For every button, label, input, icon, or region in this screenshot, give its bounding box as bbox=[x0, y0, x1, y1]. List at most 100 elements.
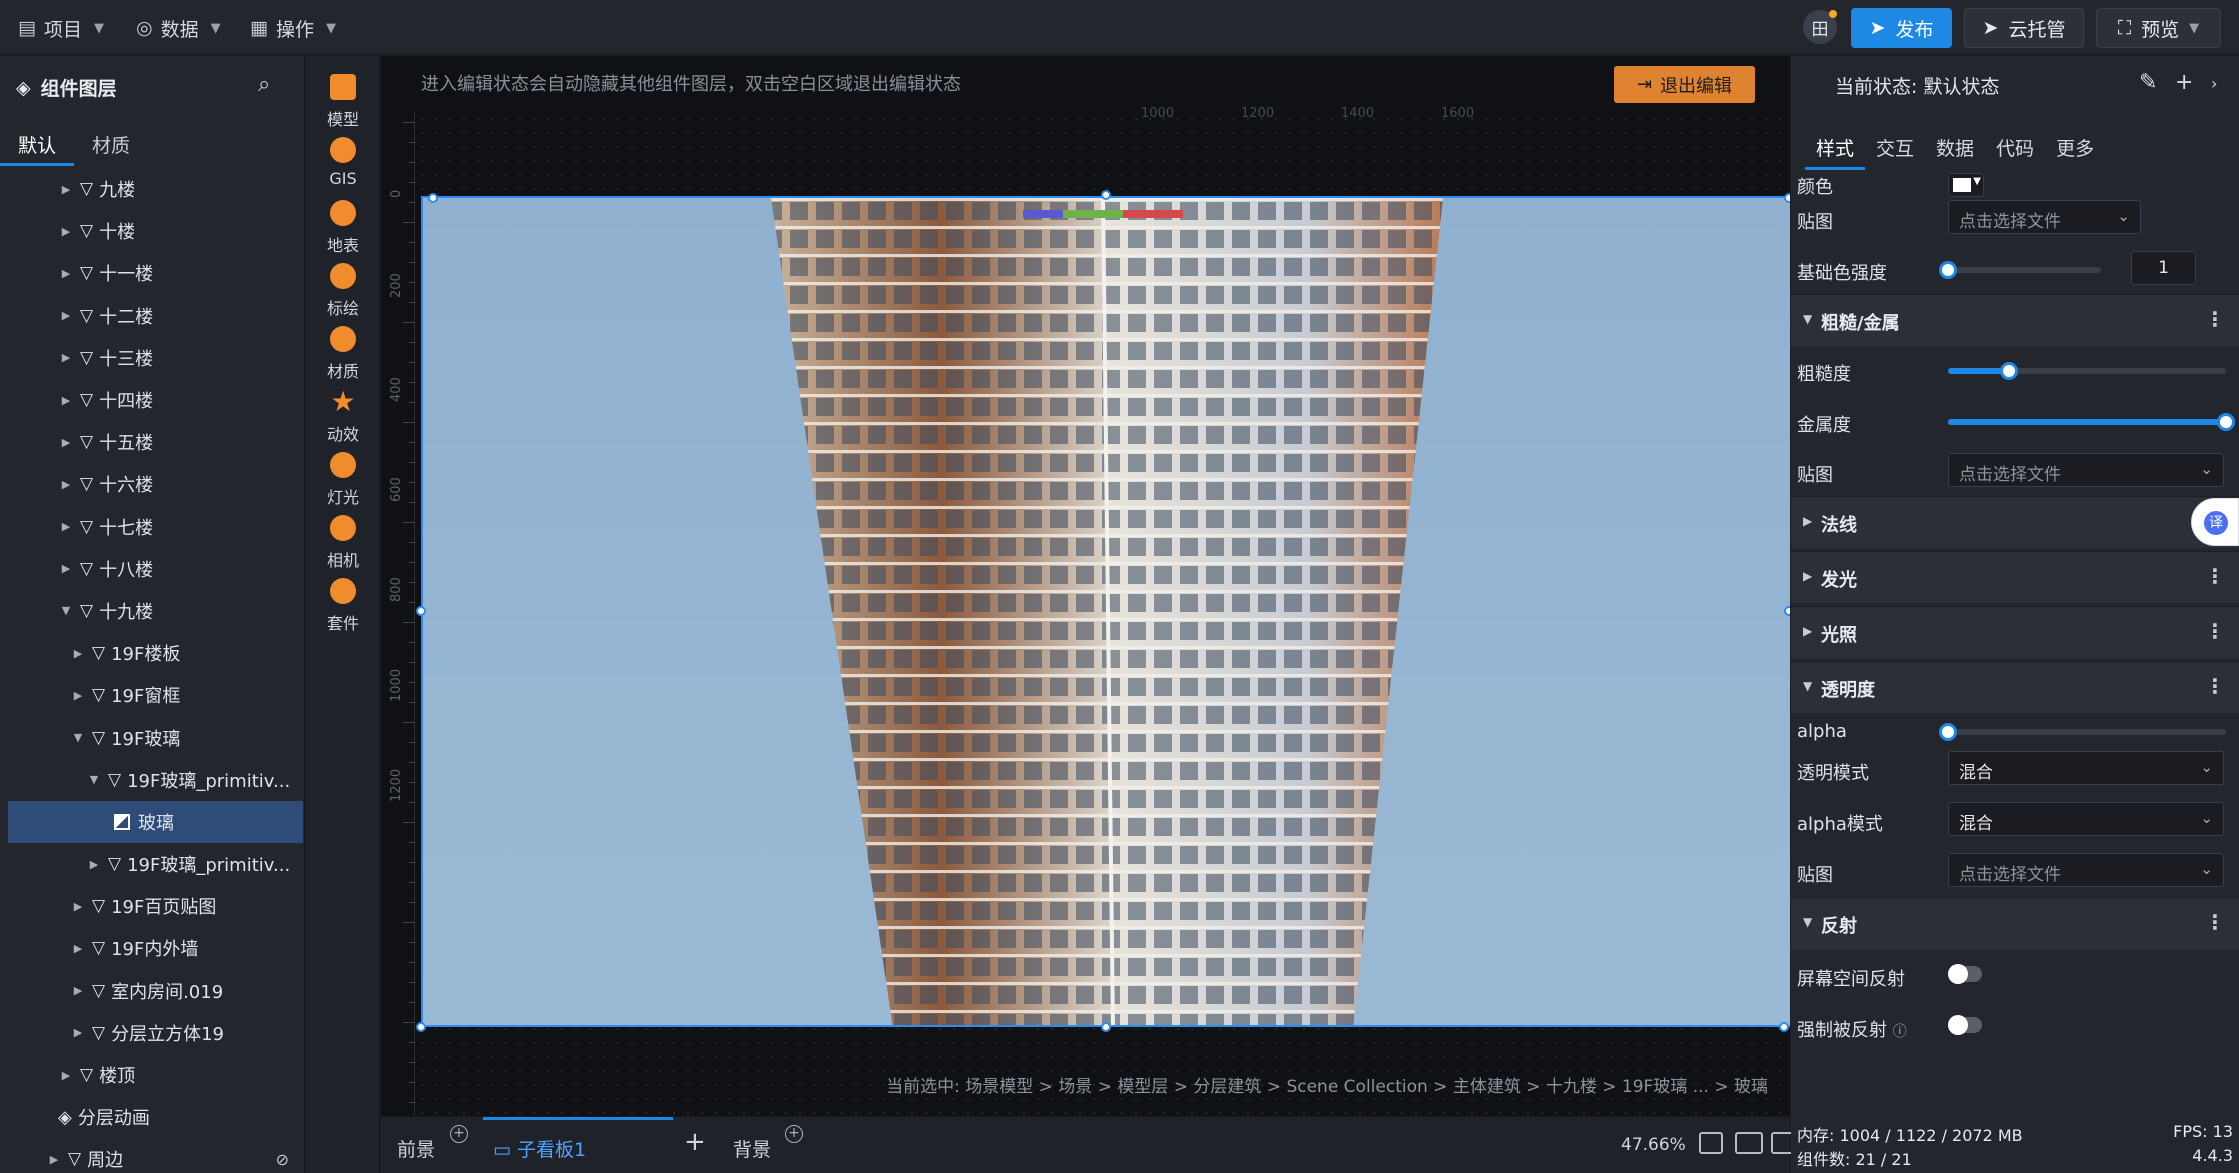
tab-style[interactable]: 样式 bbox=[1805, 128, 1866, 170]
resize-handle[interactable] bbox=[1101, 1022, 1111, 1032]
tool-globe[interactable]: GIS bbox=[306, 137, 380, 188]
preview-button[interactable]: ⛶ 预览 ▼ bbox=[2096, 8, 2221, 48]
tab-background[interactable]: 背景 bbox=[733, 1135, 771, 1162]
caret-down-icon[interactable]: ▼ bbox=[70, 731, 86, 744]
more-icon[interactable]: ⋮ bbox=[2205, 307, 2225, 331]
base-strength-input[interactable]: 1 bbox=[2131, 251, 2196, 285]
alpha-mode-select[interactable]: 混合 ⌄ bbox=[1948, 802, 2224, 836]
tree-row[interactable]: ▶ ▽ 十六楼 bbox=[0, 463, 304, 505]
slider-knob[interactable] bbox=[1939, 261, 1957, 279]
tab-data[interactable]: 数据 bbox=[1925, 128, 1985, 170]
tree-row[interactable]: ▶ ▽ 十三楼 bbox=[0, 337, 304, 379]
fit-screen-icon[interactable] bbox=[1699, 1132, 1723, 1154]
scene-viewport[interactable] bbox=[421, 196, 1790, 1027]
resize-handle[interactable] bbox=[1101, 190, 1111, 200]
map-file-select[interactable]: 点击选择文件 ⌄ bbox=[1948, 200, 2141, 234]
section-lighting[interactable]: ▶ 光照 ⋮ bbox=[1791, 606, 2239, 658]
caret-right-icon[interactable]: ▶ bbox=[70, 984, 86, 997]
force-reflect-toggle[interactable] bbox=[1948, 1015, 1982, 1035]
caret-right-icon[interactable]: ▶ bbox=[58, 562, 74, 575]
resize-handle[interactable] bbox=[1784, 193, 1790, 203]
help-icon[interactable]: ⓘ bbox=[1893, 1024, 1907, 1040]
keyboard-icon[interactable] bbox=[1735, 1132, 1763, 1154]
tool-pin[interactable]: 标绘 bbox=[306, 263, 380, 319]
slider-knob[interactable] bbox=[2217, 413, 2235, 431]
canvas-area[interactable]: 0 200 400 600 800 1000 1200 1000 1200 1400 1600 进… bbox=[381, 56, 1790, 1116]
caret-right-icon[interactable]: ▶ bbox=[70, 900, 86, 913]
tool-model[interactable]: 模型 bbox=[306, 74, 380, 130]
caret-right-icon[interactable]: ▶ bbox=[58, 520, 74, 533]
property-scroll[interactable]: 颜色 ▼ 贴图 点击选择文件 ⌄ 基础色强度 1 ▼ 粗糙/金属 ⋮ 粗糙度 金属… bbox=[1791, 173, 2239, 1116]
tab-sub-board-1[interactable]: ▭ 子看板1 bbox=[493, 1135, 586, 1162]
more-icon[interactable]: ⋮ bbox=[2205, 674, 2225, 698]
caret-down-icon[interactable]: ▼ bbox=[58, 604, 74, 617]
tree-row[interactable]: ▶ ▽ 周边 ⊘ bbox=[0, 1138, 304, 1173]
tree-row[interactable]: ▶ ▽ 19F楼板 bbox=[0, 632, 304, 674]
tool-camera[interactable]: 相机 bbox=[306, 515, 380, 571]
resize-handle[interactable] bbox=[428, 193, 438, 203]
menu-data[interactable]: ◎ 数据 ▼ bbox=[136, 12, 221, 44]
roughness-slider[interactable] bbox=[1948, 362, 2226, 380]
tree-row[interactable]: ▶ ▽ 十八楼 bbox=[0, 548, 304, 590]
tree-row[interactable]: ▶ ▽ 十七楼 bbox=[0, 506, 304, 548]
add-icon[interactable]: + bbox=[2175, 70, 2193, 95]
caret-right-icon[interactable]: ▶ bbox=[70, 1026, 86, 1039]
tree-row[interactable]: ▶ ▽ 十五楼 bbox=[0, 421, 304, 463]
resize-handle[interactable] bbox=[416, 606, 426, 616]
transparent-mode-select[interactable]: 混合 ⌄ bbox=[1948, 751, 2224, 785]
tool-effect[interactable]: ★ 动效 bbox=[306, 388, 380, 445]
add-circle-icon[interactable]: + bbox=[785, 1125, 803, 1143]
tab-default[interactable]: 默认 bbox=[0, 126, 75, 166]
map-file-select[interactable]: 点击选择文件 ⌄ bbox=[1948, 853, 2224, 887]
caret-right-icon[interactable]: ▶ bbox=[58, 225, 74, 238]
tab-material[interactable]: 材质 bbox=[74, 126, 148, 166]
section-rough-metal[interactable]: ▼ 粗糙/金属 ⋮ bbox=[1791, 294, 2239, 346]
section-emissive[interactable]: ▶ 发光 ⋮ bbox=[1791, 551, 2239, 603]
menu-project[interactable]: ▤ 项目 ▼ bbox=[18, 12, 104, 44]
tree-row[interactable]: ▶ ▽ 19F窗框 bbox=[0, 674, 304, 716]
tab-code[interactable]: 代码 bbox=[1985, 128, 2045, 170]
cloud-hosting-button[interactable]: ➤ 云托管 bbox=[1964, 8, 2084, 48]
caret-right-icon[interactable]: ▶ bbox=[70, 689, 86, 702]
chevron-right-icon[interactable]: › bbox=[2211, 74, 2217, 93]
caret-right-icon[interactable]: ▶ bbox=[58, 309, 74, 322]
tree-row[interactable]: 玻璃 bbox=[8, 800, 303, 843]
menu-operation[interactable]: ▦ 操作 ▼ bbox=[250, 12, 336, 44]
exit-edit-button[interactable]: ⇥ 退出编辑 bbox=[1614, 66, 1755, 103]
tool-kit[interactable]: 套件 bbox=[306, 578, 380, 634]
caret-right-icon[interactable]: ▶ bbox=[58, 394, 74, 407]
caret-right-icon[interactable]: ▶ bbox=[58, 478, 74, 491]
resize-handle[interactable] bbox=[1779, 1022, 1789, 1032]
edit-icon[interactable]: ✎ bbox=[2139, 70, 2157, 95]
tree-row[interactable]: ▶ ▽ 十一楼 bbox=[0, 252, 304, 294]
caret-right-icon[interactable]: ▶ bbox=[58, 267, 74, 280]
tree-row[interactable]: ▼ ▽ 十九楼 bbox=[0, 590, 304, 632]
more-icon[interactable]: ⋮ bbox=[2205, 564, 2225, 588]
tree-row[interactable]: ▶ ▽ 19F百页贴图 bbox=[0, 885, 304, 927]
tree-row[interactable]: ▶ ▽ 九楼 bbox=[0, 168, 304, 210]
caret-right-icon[interactable]: ▶ bbox=[58, 436, 74, 449]
metalness-slider[interactable] bbox=[1948, 413, 2235, 431]
avatar[interactable]: 田 bbox=[1803, 10, 1837, 44]
caret-right-icon[interactable]: ▶ bbox=[58, 351, 74, 364]
caret-right-icon[interactable]: ▶ bbox=[58, 183, 74, 196]
tree-row[interactable]: ▶ ▽ 室内房间.019 bbox=[0, 970, 304, 1012]
tree-row[interactable]: ◈ 分层动画 bbox=[0, 1096, 304, 1138]
section-reflection[interactable]: ▼ 反射 ⋮ bbox=[1791, 897, 2239, 949]
caret-right-icon[interactable]: ▶ bbox=[86, 858, 102, 871]
tab-foreground[interactable]: 前景 bbox=[397, 1135, 435, 1162]
eye-hidden-icon[interactable]: ⊘ bbox=[276, 1150, 289, 1169]
alpha-slider[interactable] bbox=[1939, 723, 2226, 741]
tab-more[interactable]: 更多 bbox=[2045, 128, 2105, 170]
tree-row[interactable]: ▼ ▽ 19F玻璃_primitiv... bbox=[0, 759, 304, 801]
caret-right-icon[interactable]: ▶ bbox=[58, 1069, 74, 1082]
caret-right-icon[interactable]: ▶ bbox=[70, 942, 86, 955]
slider-knob[interactable] bbox=[1939, 723, 1957, 741]
add-circle-icon[interactable]: + bbox=[450, 1125, 468, 1143]
tree-row[interactable]: ▶ ▽ 十四楼 bbox=[0, 379, 304, 421]
tree-row[interactable]: ▶ ▽ 分层立方体19 bbox=[0, 1012, 304, 1054]
tool-material[interactable]: 材质 bbox=[306, 326, 380, 382]
add-board-button[interactable]: + bbox=[684, 1127, 706, 1157]
search-icon[interactable]: ⌕ bbox=[258, 72, 270, 97]
more-icon[interactable]: ⋮ bbox=[2205, 910, 2225, 934]
